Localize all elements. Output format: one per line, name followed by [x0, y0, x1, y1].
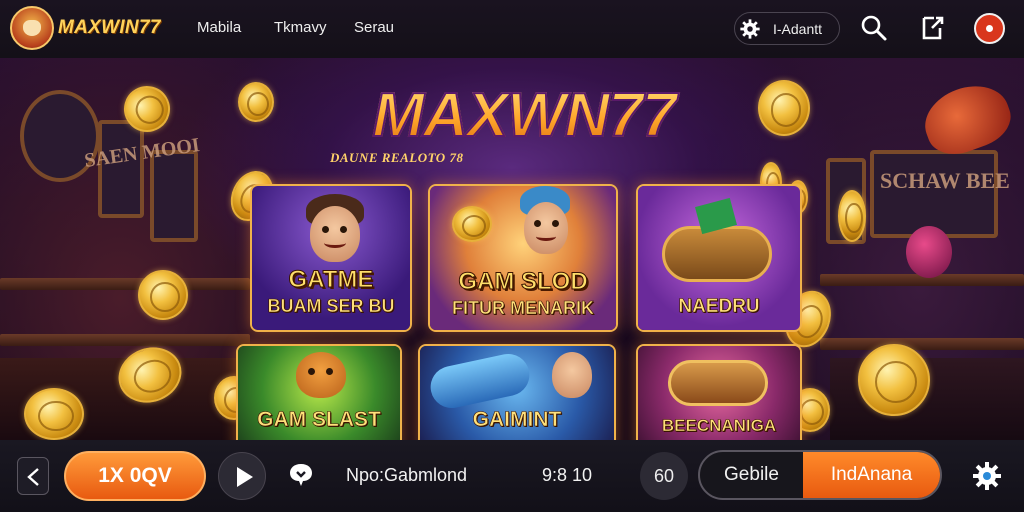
character-eye [340, 226, 347, 233]
game-card[interactable]: GATME BUAM SER BU [250, 184, 412, 332]
settings-icon[interactable] [971, 460, 1003, 492]
character-smile [324, 238, 346, 248]
brand-name[interactable]: MAXWIN77 [58, 17, 161, 39]
game-card[interactable]: GAIMINT [418, 344, 616, 440]
character-eye [308, 368, 315, 375]
game-card-subtitle: GAIMINT [472, 408, 562, 432]
game-card-title: GAM SLOD [458, 268, 588, 296]
toggle-option-gebile[interactable]: Gebile [700, 452, 803, 498]
character-eye [552, 220, 559, 227]
character-face [310, 206, 360, 262]
character-face [552, 352, 592, 398]
play-button[interactable] [218, 452, 266, 500]
coin-icon [238, 82, 274, 122]
shelf [0, 278, 250, 290]
character-eye [326, 368, 333, 375]
game-card-title: GATME [288, 266, 374, 294]
back-button[interactable] [17, 457, 49, 495]
game-card-subtitle: FITUR MENARIK [452, 298, 595, 319]
hero-subtitle: DAUNE REALOTO 78 [330, 150, 464, 165]
hero-title: MAXWN77 [336, 80, 712, 151]
primary-action-button[interactable]: 1X 0QV [64, 451, 206, 501]
shelf [0, 334, 250, 346]
game-card-subtitle: NAEDRU [678, 296, 760, 318]
game-card[interactable]: GAM SLAST [236, 344, 402, 440]
hero-banner: SAEN MOOI SCHAW BEE MAXWN77 DAUNE REALOT… [0, 58, 1024, 440]
character-eye [534, 220, 541, 227]
admin-label: I-Adantt [773, 21, 823, 37]
chat-icon[interactable] [288, 462, 314, 488]
coin-icon [838, 190, 866, 242]
wall-poster [150, 150, 198, 242]
share-icon[interactable] [918, 14, 946, 42]
game-card-subtitle: BEECNANIGA [661, 416, 777, 436]
ornament-decor [906, 226, 952, 278]
shelf [820, 338, 1024, 350]
admin-button[interactable]: I-Adantt [734, 12, 840, 45]
top-bar: MAXWIN77 Mabila Tkmavy Serau I-Adantt [0, 0, 1024, 58]
coin-icon [24, 388, 84, 440]
time-text: 9:8 10 [542, 465, 593, 485]
chevron-left-icon [27, 468, 39, 486]
coin-icon [138, 270, 188, 320]
logo-badge-icon[interactable] [10, 6, 54, 50]
cat-face [296, 352, 346, 398]
search-icon[interactable] [860, 14, 888, 42]
counter-badge[interactable]: 60 [640, 452, 688, 500]
bottom-control-bar: 1X 0QV Npo:Gabmlond 9:8 10 60 Gebile Ind… [0, 440, 1024, 512]
toggle-option-indanana[interactable]: IndAnana [803, 452, 940, 498]
character-face [524, 202, 568, 254]
goblet-icon [452, 206, 492, 242]
record-icon[interactable] [974, 13, 1005, 44]
nav-link-mabila[interactable]: Mabila [197, 19, 241, 36]
game-card[interactable]: GAM SLOD FITUR MENARIK [428, 184, 618, 332]
wall-sign: SCHAW BEE [880, 168, 1010, 193]
game-card-subtitle: GAM SLAST [257, 408, 381, 432]
wall-sign-board [870, 150, 998, 238]
game-card[interactable]: BEECNANIGA [636, 344, 802, 440]
cannon-icon [668, 360, 768, 406]
mode-toggle[interactable]: Gebile IndAnana [698, 450, 942, 500]
coin-icon [758, 80, 810, 136]
character-smile [536, 232, 556, 241]
gear-icon [740, 19, 760, 39]
game-card[interactable]: NAEDRU [636, 184, 802, 332]
nav-link-serau[interactable]: Serau [354, 19, 394, 36]
game-card-subtitle: BUAM SER BU [267, 296, 395, 317]
coin-icon [858, 344, 930, 416]
nav-link-tkmavy[interactable]: Tkmavy [274, 19, 327, 36]
character-eye [322, 226, 329, 233]
player-info-text: Npo:Gabmlond [346, 465, 468, 485]
cannon-icon [662, 226, 772, 282]
